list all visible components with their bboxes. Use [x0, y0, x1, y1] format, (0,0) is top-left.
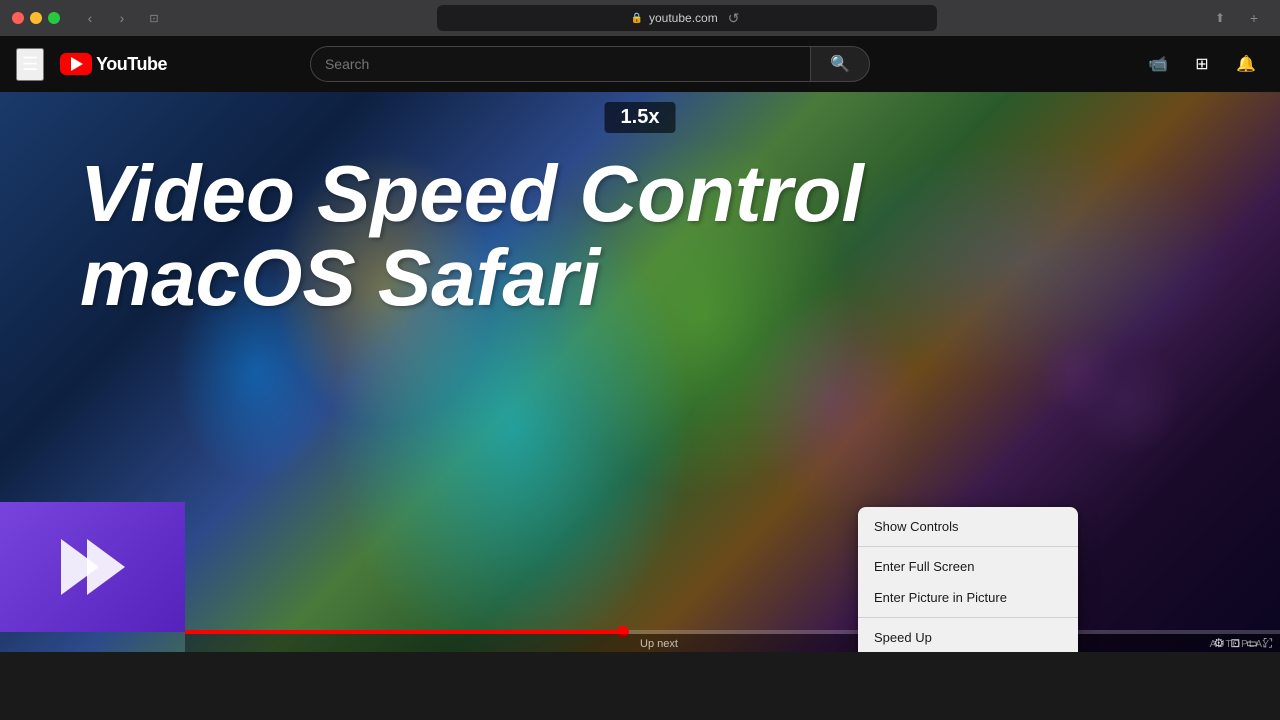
context-menu-show-controls[interactable]: Show Controls — [858, 511, 1078, 542]
youtube-logo[interactable]: YouTube — [60, 53, 167, 75]
youtube-header: ☰ YouTube 🔍 📹 ⊞ 🔔 — [0, 36, 1280, 92]
minimize-button[interactable] — [30, 12, 42, 24]
fast-forward-icon — [61, 539, 125, 595]
video-container[interactable]: 1.5x Video Speed Control macOS Safari — [0, 92, 1280, 652]
context-menu-speed-up[interactable]: Speed Up — [858, 622, 1078, 652]
search-input[interactable] — [310, 46, 810, 82]
ff-triangle-2 — [87, 539, 125, 595]
traffic-lights — [12, 12, 60, 24]
search-container: 🔍 — [310, 46, 870, 82]
video-background — [0, 92, 1280, 652]
new-tab-button[interactable]: + — [1240, 7, 1268, 29]
grid-icon: ⊞ — [1195, 54, 1208, 74]
back-button[interactable]: ‹ — [76, 7, 104, 29]
bell-icon: 🔔 — [1236, 54, 1256, 74]
context-menu-group-3: Speed Up Slow Down Toggle Preferred Spee… — [858, 617, 1078, 652]
browser-actions: ⬆ + — [1206, 7, 1268, 29]
search-icon: 🔍 — [830, 54, 850, 74]
video-thumbnail — [0, 502, 185, 632]
up-next-label: Up next — [640, 638, 678, 650]
lock-icon: 🔒 — [631, 13, 643, 24]
context-menu-group-2: Enter Full Screen Enter Picture in Pictu… — [858, 546, 1078, 617]
speed-indicator: 1.5x — [605, 102, 676, 133]
menu-icon[interactable]: ☰ — [16, 48, 44, 81]
grid-button[interactable]: ⊞ — [1184, 46, 1220, 82]
bell-button[interactable]: 🔔 — [1228, 46, 1264, 82]
youtube-logo-text: YouTube — [96, 54, 167, 75]
header-actions: 📹 ⊞ 🔔 — [1140, 46, 1264, 82]
up-next-bar: Up next AUTOPLAY — [0, 634, 1280, 652]
address-bar[interactable]: 🔒 youtube.com ↺ — [437, 5, 937, 31]
share-button[interactable]: ⬆ — [1206, 7, 1234, 29]
browser-chrome: ‹ › ⊡ 🔒 youtube.com ↺ ⬆ + — [0, 0, 1280, 36]
context-menu-group-1: Show Controls — [858, 507, 1078, 546]
close-button[interactable] — [12, 12, 24, 24]
tab-overview-button[interactable]: ⊡ — [140, 7, 168, 29]
context-menu: Show Controls Enter Full Screen Enter Pi… — [858, 507, 1078, 652]
context-menu-enter-pip[interactable]: Enter Picture in Picture — [858, 582, 1078, 613]
reload-button[interactable]: ↺ — [724, 10, 744, 27]
context-menu-enter-full-screen[interactable]: Enter Full Screen — [858, 551, 1078, 582]
url-text: youtube.com — [649, 11, 718, 25]
camera-icon: 📹 — [1148, 54, 1168, 74]
autoplay-label: AUTOPLAY — [1210, 639, 1270, 650]
youtube-logo-icon — [60, 53, 92, 75]
browser-titlebar: ‹ › ⊡ 🔒 youtube.com ↺ ⬆ + — [0, 0, 1280, 36]
camera-button[interactable]: 📹 — [1140, 46, 1176, 82]
youtube-play-triangle — [71, 57, 83, 71]
nav-buttons: ‹ › ⊡ — [76, 7, 168, 29]
maximize-button[interactable] — [48, 12, 60, 24]
search-button[interactable]: 🔍 — [810, 46, 870, 82]
forward-button[interactable]: › — [108, 7, 136, 29]
